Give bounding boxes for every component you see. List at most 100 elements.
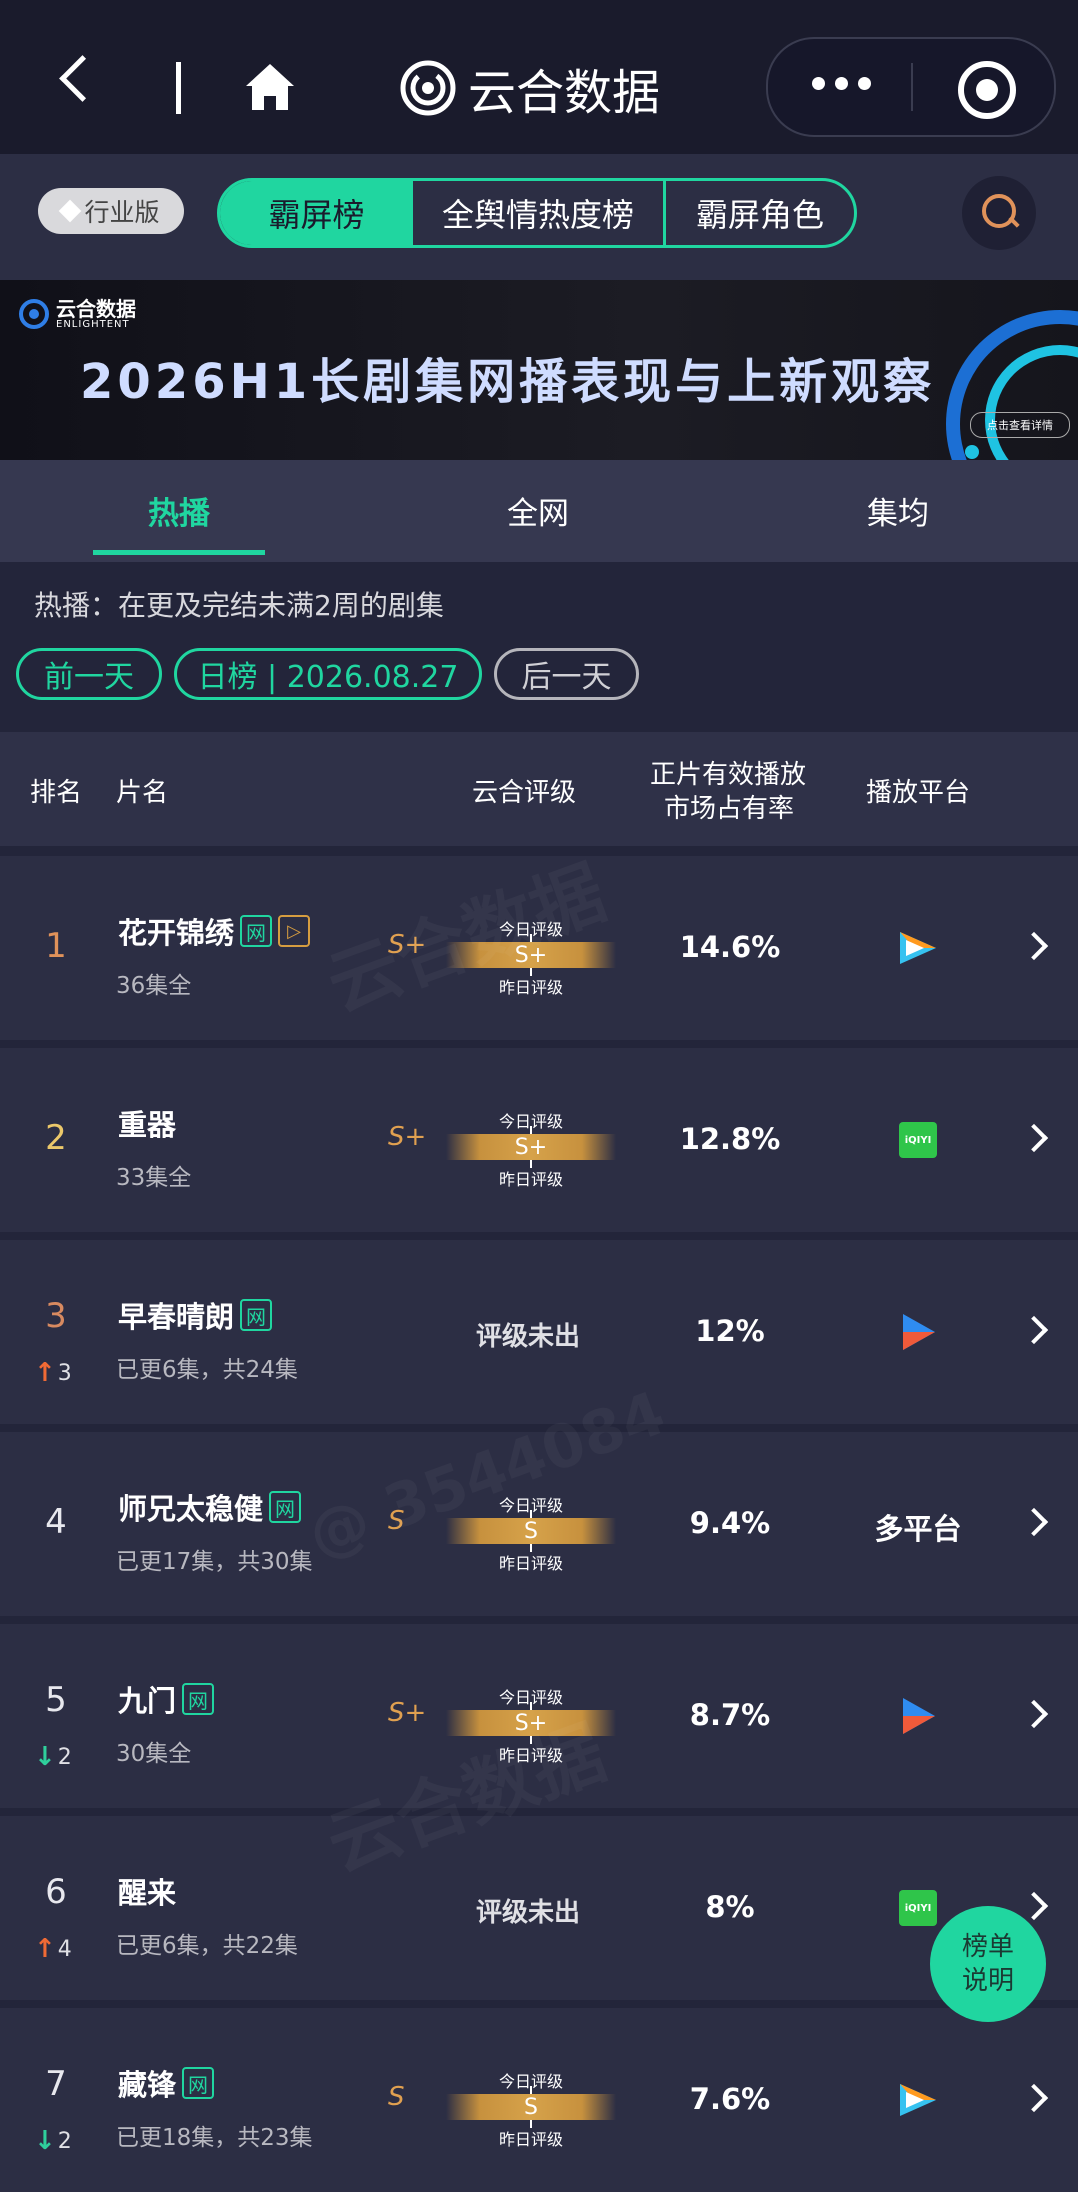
- rank-number: 4: [45, 1502, 67, 1542]
- next-day-button[interactable]: 后一天: [494, 648, 639, 700]
- app-logo: 云合数据: [400, 58, 660, 121]
- drama-title: 九门网: [118, 1678, 215, 1720]
- back-arrow-icon[interactable]: [59, 55, 106, 102]
- capsule-divider: [911, 63, 913, 111]
- rating-today: S: [446, 2086, 616, 2128]
- rank-number: 2: [45, 1118, 67, 1158]
- ranking-type-segment: 霸屏榜 全舆情热度榜 霸屏角色: [217, 178, 857, 248]
- rank-number: 6: [45, 1872, 67, 1912]
- platform[interactable]: [880, 2078, 956, 2122]
- rating-pending: 评级未出: [475, 1322, 580, 1352]
- date-selector[interactable]: 日榜 | 2026.08.27: [174, 648, 482, 700]
- table-header: 排名 片名 云合评级 正片有效播放 市场占有率 播放平台: [0, 732, 1078, 846]
- rank-change-value: 3: [57, 1360, 72, 1386]
- promo-banner[interactable]: 云合数据 ENLIGHTENT 2026H1长剧集网播表现与上新观察 点击查看详…: [0, 280, 1078, 460]
- search-button[interactable]: [962, 176, 1036, 250]
- chevron-right-icon[interactable]: [1019, 1891, 1049, 1921]
- chevron-right-icon[interactable]: [1019, 1315, 1049, 1345]
- drama-title-text: 重器: [118, 1108, 177, 1142]
- rank-up-icon: ↑: [34, 1934, 56, 1964]
- table-row[interactable]: 6 ↑ 4 醒来已更6集，共22集 评级未出 8% iQIYI: [0, 1816, 1078, 2000]
- chevron-right-icon[interactable]: [1019, 1507, 1049, 1537]
- banner-logo-en: ENLIGHTENT: [56, 318, 130, 330]
- market-share: 8.7%: [689, 1698, 771, 1732]
- rank-up-icon: ↑: [34, 1358, 56, 1388]
- close-target-icon[interactable]: [958, 61, 1016, 119]
- header-rank: 排名: [30, 778, 83, 808]
- episode-status: 已更17集，共30集: [116, 1549, 313, 1575]
- rating-today: S: [446, 1510, 616, 1552]
- filter-bar: 行业版 霸屏榜 全舆情热度榜 霸屏角色: [0, 154, 1078, 280]
- more-icon[interactable]: [812, 77, 871, 90]
- chevron-right-icon[interactable]: [1019, 1699, 1049, 1729]
- drama-title-text: 藏锋: [118, 2068, 177, 2102]
- episode-status: 36集全: [116, 973, 192, 999]
- iqiyi-icon: iQIYI: [899, 1890, 937, 1926]
- rating-today: S+: [446, 1126, 616, 1168]
- drama-title-text: 师兄太稳健: [118, 1492, 264, 1526]
- rank-change: ↓ 2: [34, 2126, 72, 2156]
- header-share-2: 市场占有率: [664, 794, 795, 824]
- market-share: 8%: [705, 1890, 755, 1924]
- drama-title-text: 花开锦绣: [118, 916, 235, 950]
- banner-decoration: [965, 445, 979, 459]
- table-row[interactable]: 3 ↑ 3 早春晴朗网已更6集，共24集 评级未出 12%: [0, 1240, 1078, 1424]
- rank-change-value: 4: [57, 1936, 72, 1962]
- drama-title-text: 醒来: [118, 1876, 177, 1910]
- logo-icon: [19, 299, 49, 329]
- chevron-right-icon[interactable]: [1019, 1123, 1049, 1153]
- rank-number: 1: [45, 926, 67, 966]
- episode-status: 已更18集，共23集: [116, 2125, 313, 2151]
- ranking-explanation-button[interactable]: 榜单 说明: [930, 1906, 1046, 2022]
- episode-status: 已更6集，共24集: [116, 1357, 298, 1383]
- rank-change: ↓ 2: [34, 1742, 72, 1772]
- table-row[interactable]: 7 ↓ 2 藏锋网已更18集，共23集 S 今日评级 S 昨日评级 7.6%: [0, 2008, 1078, 2192]
- tab-all-network[interactable]: 全网: [448, 488, 628, 533]
- market-share: 14.6%: [679, 930, 781, 964]
- market-share: 12.8%: [679, 1122, 781, 1156]
- home-icon[interactable]: [244, 62, 296, 112]
- segment-screen-dominance[interactable]: 霸屏榜: [220, 181, 413, 245]
- tab-hot[interactable]: 热播: [89, 488, 269, 533]
- episode-status: 30集全: [116, 1741, 192, 1767]
- rating-previous: S: [388, 2082, 405, 2112]
- episode-status: 已更6集，共22集: [116, 1933, 298, 1959]
- segment-characters[interactable]: 霸屏角色: [666, 181, 854, 245]
- header-title: 片名: [116, 778, 169, 808]
- tab-description: 热播：在更及完结未满2周的剧集: [34, 589, 444, 622]
- banner-details-button[interactable]: 点击查看详情: [970, 412, 1070, 438]
- web-drama-badge: 网: [240, 1299, 273, 1331]
- rank-down-icon: ↓: [34, 2126, 56, 2156]
- tab-per-episode[interactable]: 集均: [808, 488, 988, 533]
- advance-play-badge: ▷: [278, 915, 311, 947]
- table-row[interactable]: 2 重器 33集全 S+ 今日评级 S+ 昨日评级 12.8% iQIYI: [0, 1048, 1078, 1232]
- rank-number: 5: [45, 1680, 67, 1720]
- rating-gauge: 今日评级 S+ 昨日评级: [446, 1106, 616, 1189]
- platform[interactable]: [880, 926, 956, 970]
- drama-title-text: 九门: [118, 1684, 177, 1718]
- diamond-icon: [59, 199, 82, 223]
- platform[interactable]: iQIYI: [880, 1118, 956, 1162]
- chevron-right-icon[interactable]: [1019, 2083, 1049, 2113]
- rank-change-value: 2: [57, 2128, 72, 2154]
- rating-pending: 评级未出: [475, 1898, 580, 1928]
- platform[interactable]: [880, 1694, 956, 1738]
- web-drama-badge: 网: [182, 2067, 215, 2099]
- rating-previous: S+: [388, 1122, 427, 1152]
- header-rating: 云合评级: [472, 778, 577, 808]
- rating-previous: S+: [388, 1698, 427, 1728]
- platform[interactable]: [880, 1310, 956, 1354]
- industry-edition-button[interactable]: 行业版: [38, 188, 184, 234]
- rating-gauge: 今日评级 S 昨日评级: [446, 2066, 616, 2149]
- segment-opinion-heat[interactable]: 全舆情热度榜: [413, 181, 666, 245]
- chevron-right-icon[interactable]: [1019, 931, 1049, 961]
- platform[interactable]: iQIYI: [880, 1886, 956, 1930]
- industry-label: 行业版: [84, 198, 160, 227]
- banner-logo-cn: 云合数据: [56, 296, 136, 321]
- prev-day-button[interactable]: 前一天: [16, 648, 162, 700]
- gauge-yesterday-label: 昨日评级: [498, 1554, 563, 1573]
- explanation-label-2: 说明: [961, 1966, 1014, 1996]
- header-share: 正片有效播放: [650, 760, 807, 790]
- app-title: 云合数据: [468, 65, 661, 121]
- episode-status: 33集全: [116, 1165, 192, 1191]
